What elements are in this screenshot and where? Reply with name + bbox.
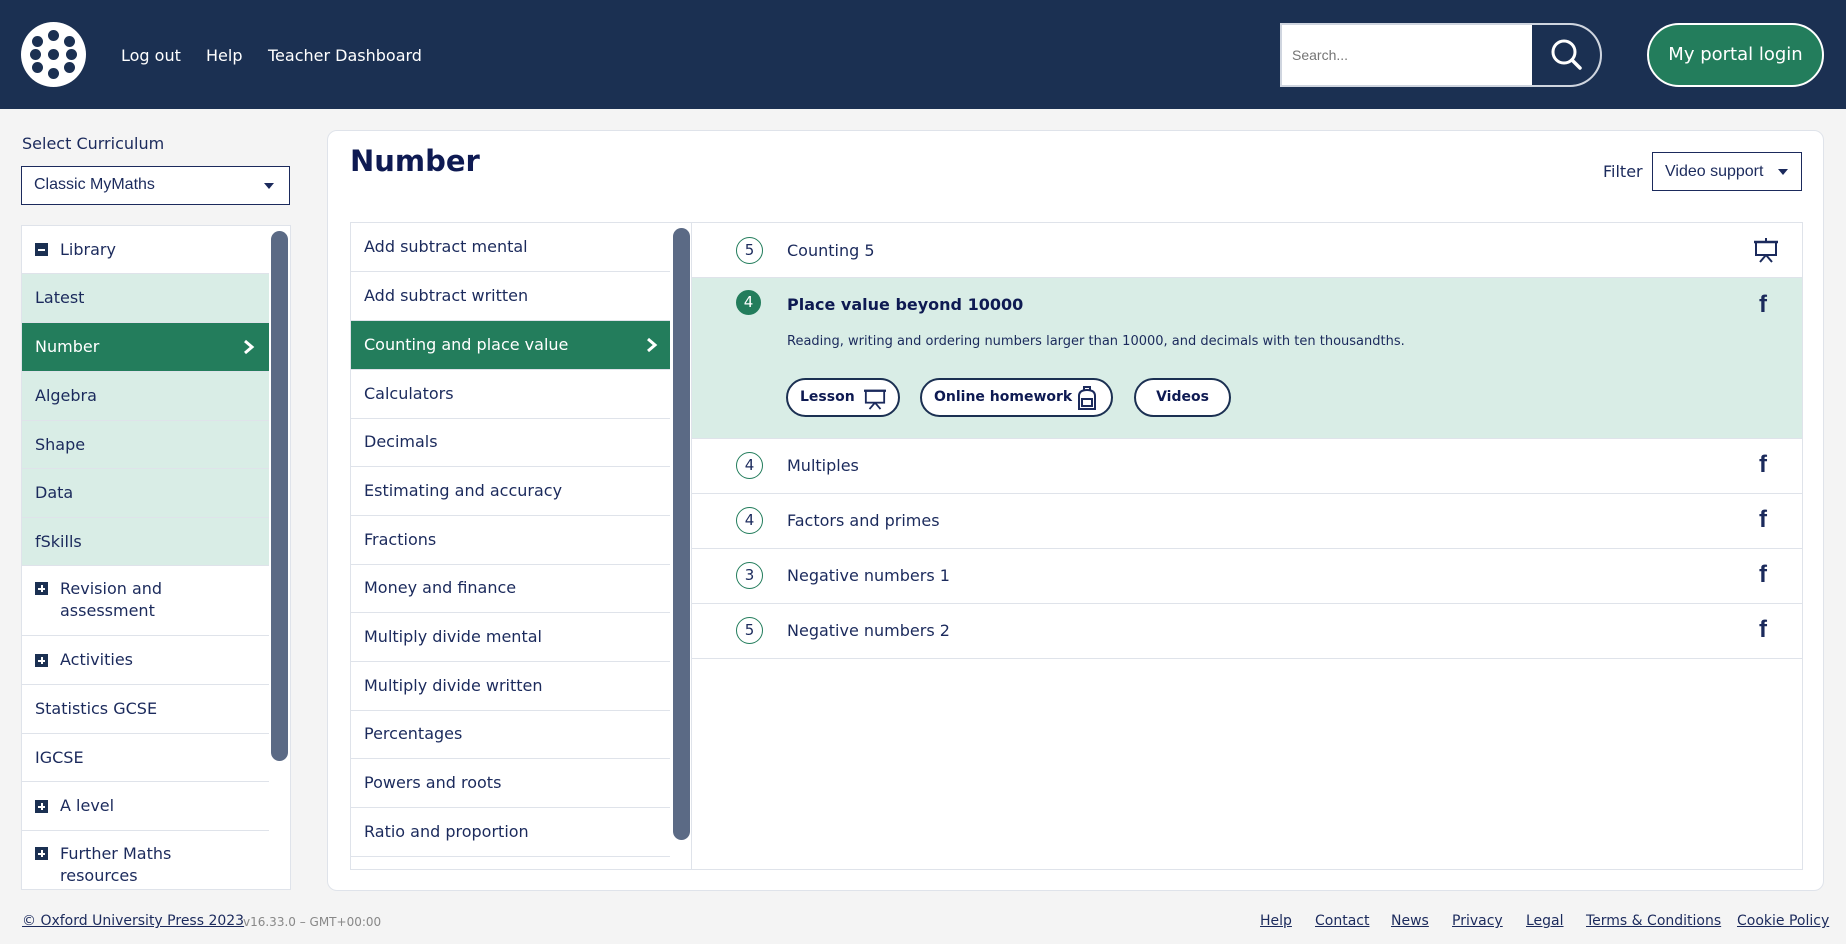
lesson-row[interactable]: 5 Negative numbers 2 f [692,604,1802,659]
topic-item[interactable]: Ratio and proportion [351,808,670,857]
caret-down-icon [1778,169,1788,175]
expand-icon [35,582,48,595]
help-link[interactable]: Help [206,46,242,65]
sidebar-item-number[interactable]: Number [22,323,269,372]
footer-link-terms[interactable]: Terms & Conditions [1586,913,1721,929]
level-badge: 4 [736,507,763,534]
sidebar-item-library[interactable]: Library [22,226,269,274]
feature-badge: f [1759,451,1767,478]
lesson-title: Multiples [787,456,859,475]
sidebar-item-latest[interactable]: Latest [22,274,269,323]
sidebar-item-fskills[interactable]: fSkills [22,518,269,566]
sidebar-item-further-maths[interactable]: Further Maths resources [22,831,269,889]
curriculum-label: Select Curriculum [22,134,165,153]
topic-item[interactable]: Multiply divide mental [351,613,670,662]
feature-badge: f [1759,291,1767,318]
feature-badge: f [1759,561,1767,588]
topic-scrollbar[interactable] [673,228,690,840]
collapse-icon [35,243,48,256]
lesson-row[interactable]: 4 Factors and primes f [692,494,1802,549]
feature-badge: f [1759,506,1767,533]
feature-badge: f [1759,616,1767,643]
level-badge: 4 [736,290,761,315]
topic-item[interactable]: Powers and roots [351,759,670,808]
footer-link-privacy[interactable]: Privacy [1452,913,1503,929]
lesson-title: Negative numbers 1 [787,566,950,585]
search-button[interactable] [1532,25,1600,85]
presentation-icon [864,389,886,410]
level-badge: 5 [736,237,763,264]
topic-item[interactable]: Multiply divide written [351,662,670,711]
sidebar-item-algebra[interactable]: Algebra [22,372,269,421]
page-title: Number [350,144,480,178]
search-box [1280,23,1602,87]
filter-select[interactable]: Video support [1652,152,1802,191]
topic-item[interactable]: Estimating and accuracy [351,467,670,516]
topic-item[interactable]: Decimals [351,418,670,467]
sidebar-scrollbar[interactable] [271,231,288,761]
lesson-title: Place value beyond 10000 [787,295,1024,314]
expand-icon [35,847,48,860]
online-homework-button[interactable]: Online homework [920,378,1113,417]
lesson-title: Negative numbers 2 [787,621,950,640]
sidebar-item-igcse[interactable]: IGCSE [22,734,269,782]
sidebar-item-statistics-gcse[interactable]: Statistics GCSE [22,685,269,734]
level-badge: 4 [736,452,763,479]
level-badge: 3 [736,562,763,589]
topic-item[interactable]: Add subtract written [351,272,670,321]
footer-link-cookie-policy[interactable]: Cookie Policy [1737,913,1829,929]
lesson-row[interactable]: 3 Negative numbers 1 f [692,549,1802,604]
lesson-row-expanded[interactable]: 4 Place value beyond 10000 f Reading, wr… [692,278,1802,439]
search-input[interactable] [1282,25,1532,85]
level-badge: 5 [736,617,763,644]
search-icon [1551,39,1582,70]
lesson-row[interactable]: 4 Multiples f [692,439,1802,494]
portal-login-button[interactable]: My portal login [1647,23,1824,87]
expand-icon [35,800,48,813]
sidebar-item-revision[interactable]: Revision and assessment [22,566,269,636]
footer-link-legal[interactable]: Legal [1526,913,1564,929]
top-bar: Log out Help Teacher Dashboard My portal… [0,0,1846,109]
presentation-icon [1754,238,1778,263]
teacher-dashboard-link[interactable]: Teacher Dashboard [268,46,422,65]
topic-item[interactable]: Money and finance [351,564,670,613]
chevron-right-icon [647,337,658,353]
version-text: v16.33.0 – GMT+00:00 [243,915,382,929]
lesson-row[interactable]: 5 Counting 5 [692,223,1802,278]
curriculum-value: Classic MyMaths [34,176,155,193]
lesson-description: Reading, writing and ordering numbers la… [787,334,1405,349]
topic-item[interactable]: Fractions [351,516,670,565]
library-menu: Library Latest Number Algebra Shape Data… [21,225,291,890]
filter-value: Video support [1665,163,1764,180]
topic-item-active[interactable]: Counting and place value [351,321,670,370]
footer-link-news[interactable]: News [1391,913,1429,929]
chevron-right-icon [244,339,255,355]
topic-list: Add subtract mental Add subtract written… [350,222,693,870]
lesson-button[interactable]: Lesson [786,378,900,417]
caret-down-icon [264,183,274,189]
filter-label: Filter [1603,162,1643,181]
footer-link-contact[interactable]: Contact [1315,913,1369,929]
lesson-list: 5 Counting 5 4 Place value beyond 10000 … [691,222,1803,870]
backpack-icon [1078,386,1096,410]
sidebar-item-data[interactable]: Data [22,469,269,518]
app-menu-grid-icon[interactable] [21,22,86,87]
topic-item[interactable]: Percentages [351,710,670,759]
curriculum-select[interactable]: Classic MyMaths [21,166,290,205]
topic-item[interactable]: Add subtract mental [351,223,670,272]
copyright-link[interactable]: © Oxford University Press 2023 [22,913,244,929]
footer-link-help[interactable]: Help [1260,913,1292,929]
sidebar-item-shape[interactable]: Shape [22,421,269,469]
sidebar-item-a-level[interactable]: A level [22,782,269,831]
lesson-title: Counting 5 [787,241,875,260]
expand-icon [35,654,48,667]
logout-link[interactable]: Log out [121,46,181,65]
sidebar-item-activities[interactable]: Activities [22,636,269,685]
videos-button[interactable]: Videos [1134,378,1231,417]
lesson-title: Factors and primes [787,511,940,530]
topic-item[interactable]: Calculators [351,370,670,419]
